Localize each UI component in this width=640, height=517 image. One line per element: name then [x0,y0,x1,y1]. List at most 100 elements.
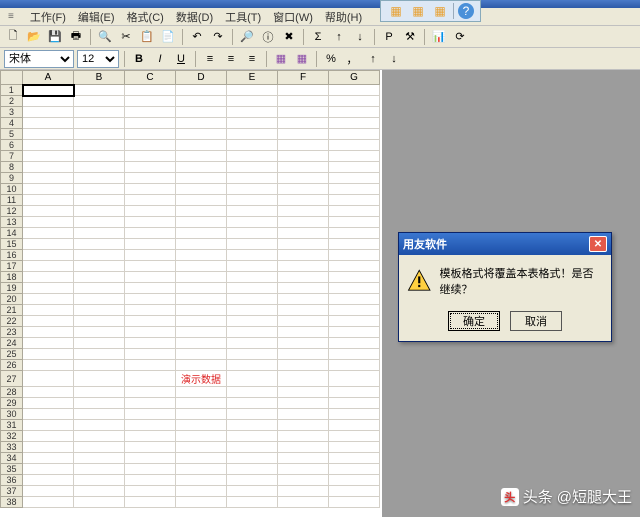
cell[interactable] [74,316,125,327]
row-header[interactable]: 8 [1,162,23,173]
cell[interactable] [176,162,227,173]
sort-asc-icon[interactable]: ↑ [330,28,348,46]
cell[interactable] [278,151,329,162]
row-header[interactable]: 22 [1,316,23,327]
cell[interactable] [23,327,74,338]
cell[interactable] [176,398,227,409]
cell[interactable] [23,409,74,420]
cell[interactable] [176,464,227,475]
cell[interactable] [23,118,74,129]
cell[interactable] [176,486,227,497]
font-name-select[interactable]: 宋体 [4,50,74,68]
cell[interactable] [329,305,380,316]
row-header[interactable]: 12 [1,206,23,217]
cell[interactable] [329,283,380,294]
cell[interactable] [23,283,74,294]
cell[interactable] [74,305,125,316]
cell[interactable] [74,431,125,442]
delete-icon[interactable]: ✖ [280,28,298,46]
cell[interactable] [74,250,125,261]
row-header[interactable]: 18 [1,272,23,283]
cell[interactable] [125,442,176,453]
percent-icon[interactable]: % [322,50,340,68]
cell[interactable] [74,173,125,184]
cell[interactable] [278,184,329,195]
row-header[interactable]: 37 [1,486,23,497]
cell[interactable] [23,162,74,173]
cell[interactable] [74,464,125,475]
cell[interactable] [227,195,278,206]
row-header[interactable]: 15 [1,239,23,250]
cell[interactable] [176,475,227,486]
cell[interactable] [23,371,74,387]
cell[interactable] [329,316,380,327]
cell[interactable] [74,475,125,486]
cell[interactable] [23,85,74,96]
row-header[interactable]: 20 [1,294,23,305]
cell[interactable] [227,228,278,239]
cancel-button[interactable]: 取消 [510,311,562,331]
cell[interactable] [329,239,380,250]
cell[interactable] [329,431,380,442]
cell[interactable] [23,360,74,371]
cell[interactable] [74,107,125,118]
cell[interactable] [125,206,176,217]
open-icon[interactable]: 📂 [25,28,43,46]
cell[interactable] [23,338,74,349]
cell[interactable] [329,173,380,184]
cell[interactable] [23,475,74,486]
cell[interactable] [125,217,176,228]
layout-icon[interactable]: ▦ [409,2,427,20]
cell[interactable] [227,387,278,398]
cell[interactable] [278,409,329,420]
cell[interactable] [125,261,176,272]
ok-button[interactable]: 确定 [448,311,500,331]
column-header[interactable]: C [125,71,176,85]
cell[interactable] [227,464,278,475]
column-header[interactable]: D [176,71,227,85]
cell[interactable] [176,151,227,162]
menu-data[interactable]: 数据(D) [170,7,219,27]
cell[interactable] [125,387,176,398]
cell[interactable] [74,261,125,272]
cell[interactable] [176,349,227,360]
cell[interactable] [74,151,125,162]
cell[interactable] [329,442,380,453]
cell[interactable] [278,442,329,453]
cell[interactable] [227,173,278,184]
cell[interactable] [176,316,227,327]
cell[interactable] [125,327,176,338]
cell[interactable] [176,327,227,338]
cell[interactable] [227,96,278,107]
cell[interactable] [125,453,176,464]
cell[interactable] [329,453,380,464]
cell[interactable] [278,107,329,118]
cell[interactable] [74,118,125,129]
align-left-icon[interactable]: ≡ [201,50,219,68]
cell[interactable] [278,431,329,442]
cell[interactable] [278,349,329,360]
cell[interactable] [278,360,329,371]
row-header[interactable]: 23 [1,327,23,338]
cell[interactable] [176,409,227,420]
dialog-titlebar[interactable]: 用友软件 ✕ [399,233,611,255]
fill-icon[interactable]: ▦ [272,50,290,68]
cell[interactable] [329,96,380,107]
bold-icon[interactable]: B [130,50,148,68]
cell[interactable] [278,228,329,239]
cell[interactable] [74,228,125,239]
cell[interactable] [227,431,278,442]
row-header[interactable]: 28 [1,387,23,398]
cell[interactable] [176,294,227,305]
column-header[interactable]: G [329,71,380,85]
cell[interactable] [125,140,176,151]
cell[interactable] [176,497,227,508]
cell[interactable] [278,475,329,486]
cell[interactable] [125,294,176,305]
row-header[interactable]: 29 [1,398,23,409]
cell[interactable] [125,497,176,508]
font-size-select[interactable]: 12 [77,50,119,68]
cell[interactable] [329,327,380,338]
layout-icon[interactable]: ▦ [387,2,405,20]
cell[interactable] [176,239,227,250]
